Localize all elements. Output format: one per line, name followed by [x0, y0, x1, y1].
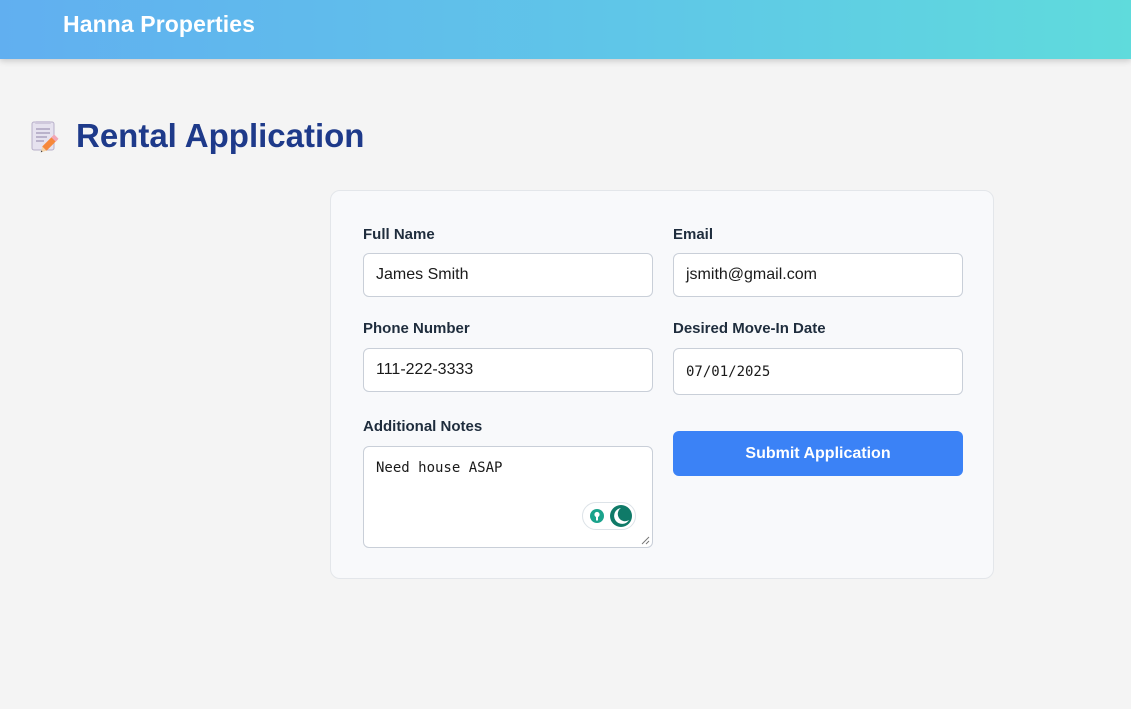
notes-value: Need house ASAP [376, 460, 503, 476]
move-in-date-input[interactable]: 07/01/2025 [673, 348, 963, 395]
resize-handle-icon[interactable] [641, 536, 650, 545]
email-value: jsmith@gmail.com [686, 266, 817, 283]
top-header-bar: Hanna Properties [0, 0, 1131, 59]
memo-pencil-icon [31, 121, 59, 153]
brand-name[interactable]: Hanna Properties [63, 11, 255, 38]
writing-assistant-icon [590, 505, 632, 527]
full-name-input[interactable]: James Smith [363, 253, 653, 297]
writing-assistant-widget[interactable] [582, 502, 636, 530]
phone-label: Phone Number [363, 320, 470, 337]
phone-input[interactable]: 111-222-3333 [363, 348, 653, 392]
page-title: Rental Application [76, 117, 365, 154]
application-form-card: Full Name James Smith Email jsmith@gmail… [330, 190, 994, 579]
full-name-value: James Smith [376, 266, 469, 283]
phone-value: 111-222-3333 [376, 361, 474, 378]
page-title-row: Rental Application [30, 116, 364, 156]
email-input[interactable]: jsmith@gmail.com [673, 253, 963, 297]
email-label: Email [673, 226, 714, 243]
move-in-date-value: 07/01/2025 [686, 363, 771, 380]
full-name-label: Full Name [363, 226, 435, 243]
notes-textarea[interactable]: Need house ASAP [363, 446, 653, 548]
move-in-date-label: Desired Move-In Date [673, 320, 826, 337]
submit-application-button[interactable]: Submit Application [673, 431, 963, 476]
notes-label: Additional Notes [363, 418, 483, 435]
